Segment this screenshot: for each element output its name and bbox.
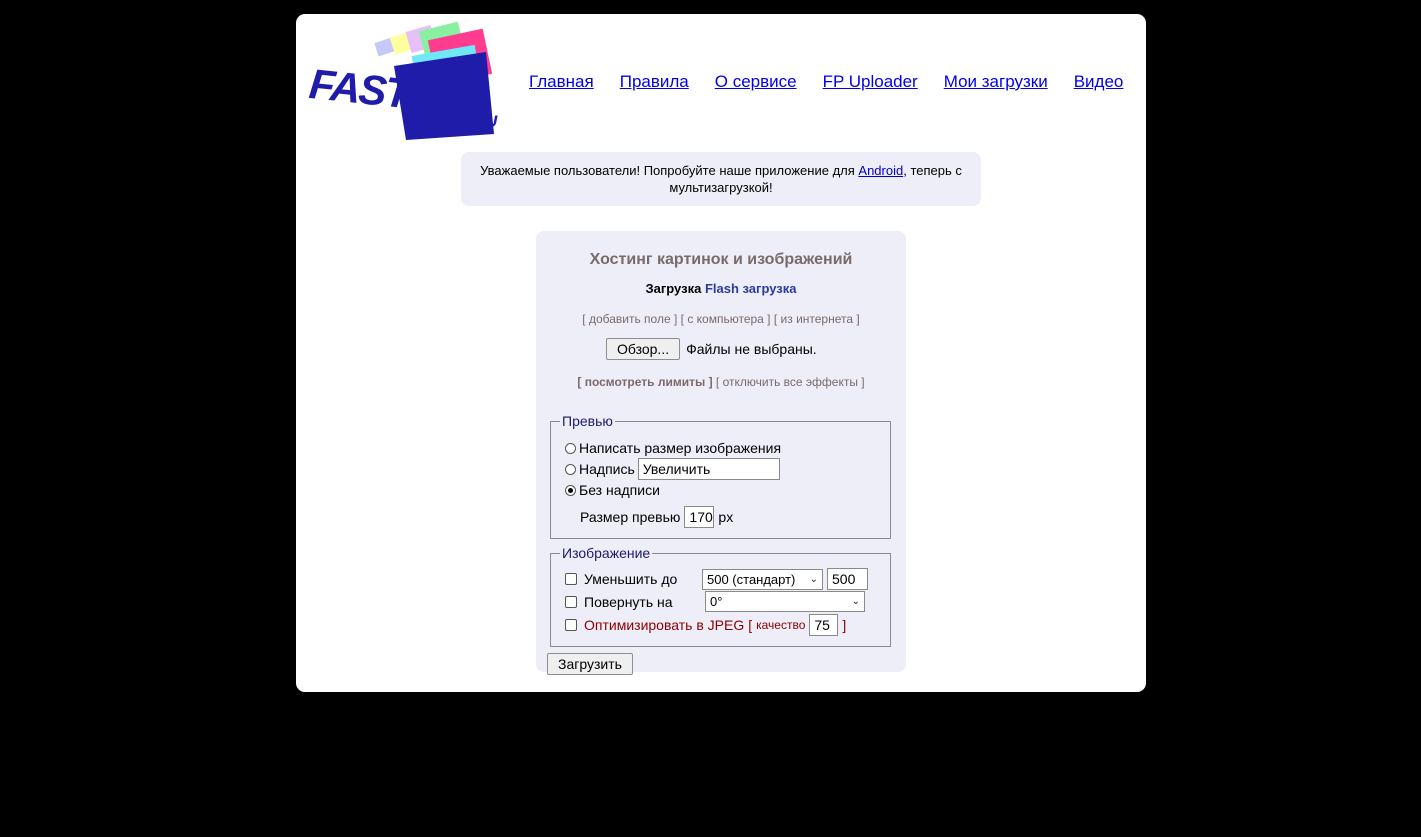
nav-rules[interactable]: Правила [620,72,689,92]
nav-about[interactable]: О сервисе [715,72,797,92]
logo-text-suffix: .RU [472,112,497,131]
from-internet-link[interactable]: [ из интернета ] [774,312,860,326]
preview-option-none[interactable]: Без надписи [565,482,660,498]
main-nav: Главная Правила О сервисе FP Uploader Мо… [529,72,1149,92]
rotate-select-value: 0° [710,594,723,609]
mode-flash-link[interactable]: Flash загрузка [705,281,797,296]
preview-size-unit: px [718,509,734,525]
preview-fieldset: Превью Написать размер изображения Надпи… [550,413,891,539]
resize-label: Уменьшить до [584,571,678,587]
jpeg-checkbox[interactable] [565,619,577,631]
preview-size-input[interactable]: 170 [684,506,715,528]
upload-button[interactable]: Загрузить [547,653,633,675]
image-fieldset: Изображение Уменьшить до 500 (стандарт) … [550,545,891,647]
chevron-down-icon: ⌄ [851,596,860,607]
radio-size[interactable] [565,442,576,454]
view-limits-link[interactable]: [ посмотреть лимиты ] [577,375,712,389]
notice-prefix: Уважаемые пользователи! Попробуйте наше … [480,163,859,178]
caption-input[interactable]: Увеличить [637,458,780,480]
limits-row: [ посмотреть лимиты ] [ отключить все эф… [536,375,906,389]
resize-checkbox[interactable] [565,573,577,585]
source-links: [ добавить поле ] [ с компьютера ] [ из … [536,312,906,326]
preview-size-row: Размер превью 170 px [580,506,733,528]
file-status: Файлы не выбраны. [686,341,817,357]
jpeg-bracket-close: ] [842,617,847,633]
quality-label: качество [756,618,806,632]
disable-effects-link[interactable]: [ отключить все эффекты ] [716,375,865,389]
rotate-select[interactable]: 0° ⌄ [705,591,865,612]
mode-upload: Загрузка [645,281,702,296]
option-size-label: Написать размер изображения [579,440,782,456]
add-field-link[interactable]: [ добавить поле ] [582,312,677,326]
resize-row: Уменьшить до 500 (стандарт) ⌄ 500 [565,568,868,590]
jpeg-bracket-open: [ [748,617,753,633]
option-caption-label: Надпись [579,461,635,477]
preview-option-caption[interactable]: Надпись Увеличить [565,458,780,480]
browse-button[interactable]: Обзор... [606,338,681,360]
chevron-down-icon: ⌄ [809,573,818,585]
nav-fp-uploader[interactable]: FP Uploader [823,72,918,92]
android-link[interactable]: Android [858,163,903,178]
nav-my-uploads[interactable]: Мои загрузки [944,72,1048,92]
panel-title: Хостинг картинок и изображений [589,251,853,268]
resize-input[interactable]: 500 [827,568,868,590]
radio-none[interactable] [565,484,576,496]
from-computer-link[interactable]: [ с компьютера ] [681,312,771,326]
nav-video[interactable]: Видео [1074,72,1124,92]
upload-panel: Хостинг картинок и изображений Загрузка … [536,231,906,675]
preview-option-size[interactable]: Написать размер изображения [565,440,781,456]
radio-caption[interactable] [565,463,576,475]
rotate-row: Повернуть на 0° ⌄ [565,591,865,612]
rotate-label: Повернуть на [584,593,673,610]
quality-input[interactable]: 75 [809,614,839,636]
nav-home[interactable]: Главная [529,72,594,92]
rotate-checkbox[interactable] [565,595,577,608]
jpeg-label: Оптимизировать в JPEG [584,617,745,633]
page-container: FASTPIC .RU Главная Правила О сервисе FP… [296,14,1146,692]
upload-modes: Загрузка Flash загрузка [536,281,906,296]
file-picker: Обзор... Файлы не выбраны. [606,338,817,360]
resize-select-value: 500 (стандарт) [707,571,796,587]
preview-legend: Превью [560,413,615,429]
resize-select[interactable]: 500 (стандарт) ⌄ [702,568,823,590]
option-none-label: Без надписи [579,482,660,498]
jpeg-row: Оптимизировать в JPEG [ качество 75 ] [565,614,846,636]
android-notice: Уважаемые пользователи! Попробуйте наше … [461,152,981,206]
fastpic-logo[interactable]: FASTPIC .RU [307,21,502,140]
image-legend: Изображение [560,545,653,561]
preview-size-label: Размер превью [580,509,681,525]
